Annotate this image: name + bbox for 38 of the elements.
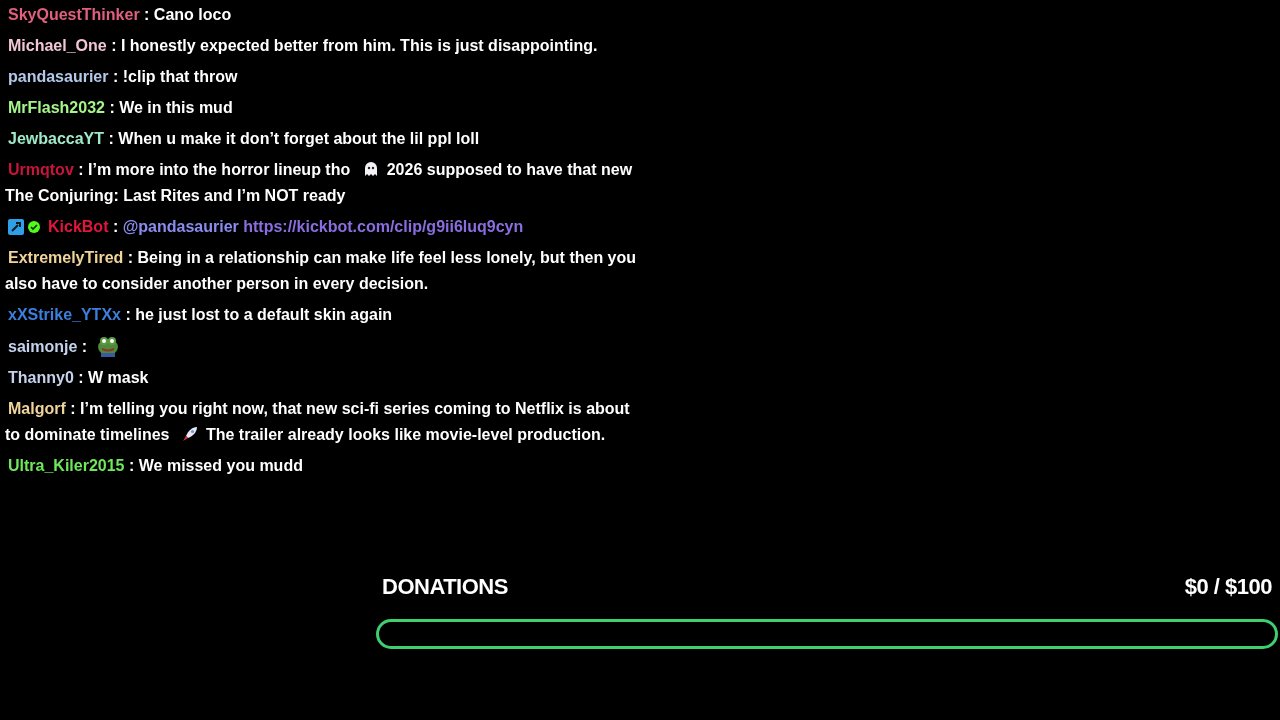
message-text: : We in this mud <box>109 99 233 116</box>
message-text: : he just lost to a default skin again <box>125 306 393 323</box>
message-text: : I’m telling you right now, that new sci-fi series coming to Netflix is about <box>70 400 630 417</box>
message-text: : W mask <box>78 369 149 386</box>
username[interactable]: Ultra_Kiler2015 <box>8 457 125 474</box>
rocket-emoji-icon <box>180 425 199 443</box>
message-text: The Conjuring: Last Rites and I’m NOT ready <box>5 187 346 204</box>
mention[interactable]: @pandasaurier <box>122 218 239 235</box>
goal-amount: $0 / $100 <box>1184 573 1272 601</box>
message-text: also have to consider another person in every decision. <box>5 275 429 292</box>
link[interactable]: https://kickbot.com/clip/g9ii6luq9cyn <box>243 218 524 235</box>
message-text: to dominate timelines <box>5 426 170 443</box>
username[interactable]: Thanny0 <box>8 369 74 386</box>
message-text: : I honestly expected better from him. This is just disappointing. <box>111 37 598 54</box>
username[interactable]: JewbaccaYT <box>8 130 105 147</box>
message-text: : <box>112 218 119 235</box>
username[interactable]: Urmqtov <box>8 161 74 178</box>
username[interactable]: Malgorf <box>8 400 66 417</box>
message-text: : Being in a relationship can make life feel less lonely, but then you <box>127 249 637 266</box>
username[interactable]: MrFlash2032 <box>8 99 105 116</box>
message-text: : We missed you mudd <box>128 457 303 474</box>
message-text: The trailer already looks like movie-level production. <box>205 426 606 443</box>
message-text: 2026 supposed to have that new <box>386 161 633 178</box>
verified-badge-icon <box>28 221 40 233</box>
username[interactable]: SkyQuestThinker <box>8 6 140 23</box>
message-text: : !clip that throw <box>112 68 238 85</box>
username[interactable]: xXStrike_YTXx <box>8 306 121 323</box>
username[interactable]: Michael_One <box>8 37 107 54</box>
message-text: : Cano loco <box>144 6 232 23</box>
username[interactable]: pandasaurier <box>8 68 109 85</box>
message-text: : When u make it don’t forget about the lil ppl loll <box>108 130 480 147</box>
message-text: : I’m more into the horror lineup tho <box>78 161 351 178</box>
bot-badge-icon <box>8 219 24 235</box>
username[interactable]: saimonje <box>8 338 78 355</box>
username[interactable]: ExtremelyTired <box>8 249 124 266</box>
goal-title: DONATIONS <box>382 573 508 601</box>
message-text: : <box>81 338 88 355</box>
username[interactable]: KickBot <box>48 218 109 235</box>
